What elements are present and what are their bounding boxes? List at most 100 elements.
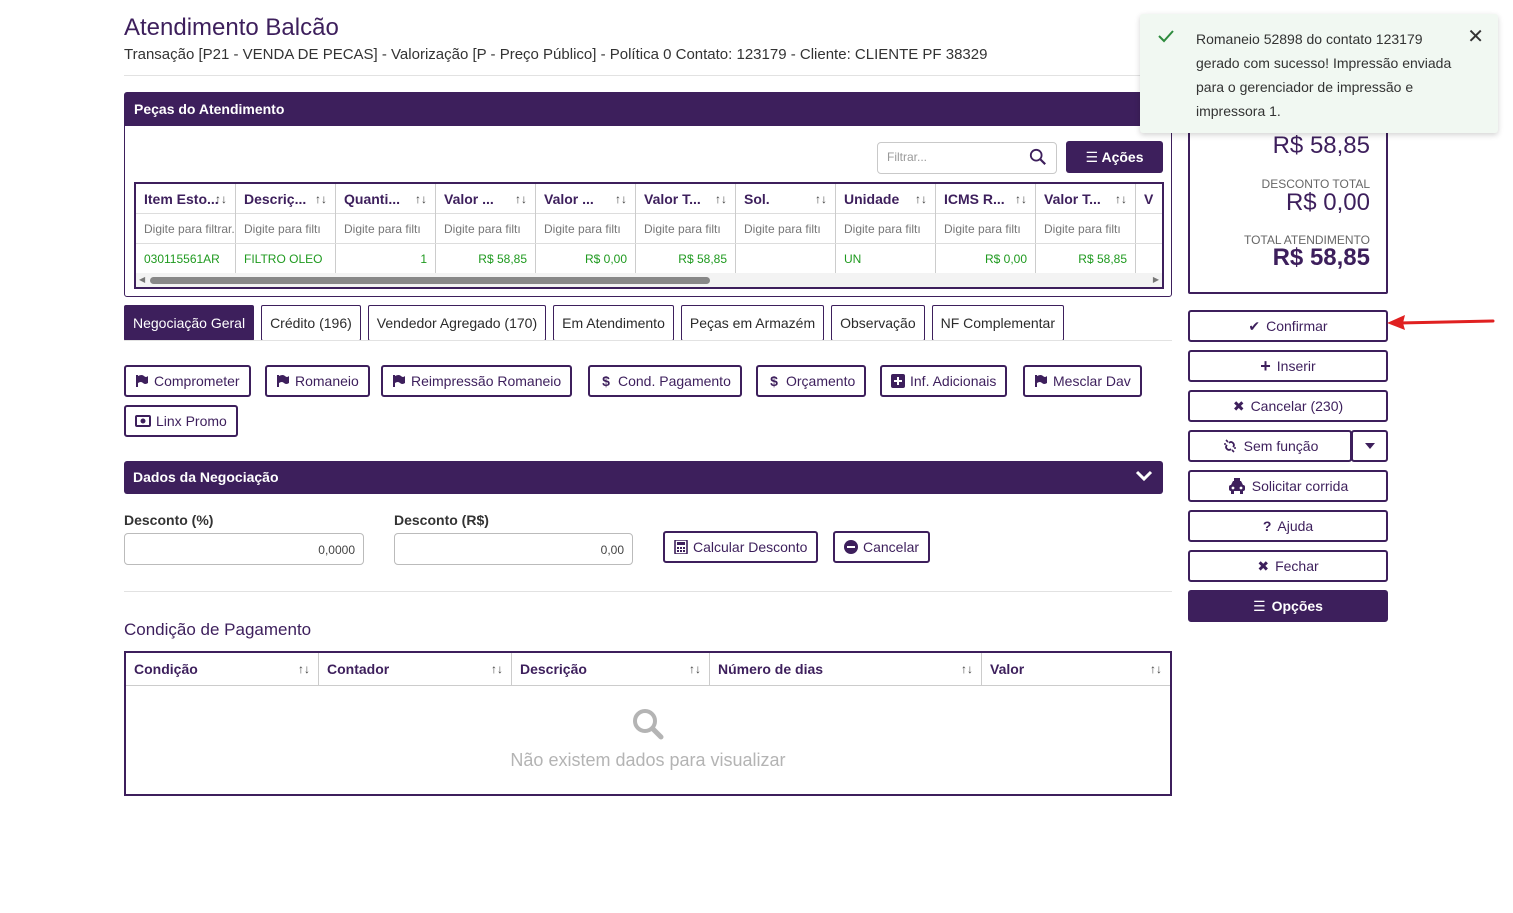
column-header[interactable]: Valor ... ↑↓ <box>536 184 636 214</box>
sem-funcao-dropdown-button[interactable] <box>1351 430 1388 462</box>
tab-negociacao-geral[interactable]: Negociação Geral <box>124 305 255 341</box>
column-header[interactable]: Unidade ↑↓ <box>836 184 936 214</box>
chevron-down-icon[interactable] <box>1135 469 1153 483</box>
close-icon: ✖ <box>1232 397 1245 414</box>
table-cell: R$ 58,85 <box>1036 244 1136 273</box>
sort-icon[interactable]: ↑↓ <box>715 192 727 206</box>
fechar-button[interactable]: ✖ Fechar <box>1188 550 1388 582</box>
inf-adicionais-button[interactable]: Inf. Adicionais <box>880 365 1008 397</box>
sort-icon[interactable]: ↑↓ <box>298 662 310 676</box>
orcamento-button[interactable]: $ Orçamento <box>756 365 867 397</box>
column-header[interactable]: Valor ... ↑↓ <box>436 184 536 214</box>
scroll-right-icon[interactable]: ▶ <box>1153 275 1159 284</box>
desconto-total-value: R$ 0,00 <box>1285 189 1370 216</box>
column-header-numero-de-dias[interactable]: Número de dias ↑↓ <box>710 653 982 685</box>
column-header-contador[interactable]: Contador ↑↓ <box>319 653 512 685</box>
sort-icon[interactable]: ↑↓ <box>491 662 503 676</box>
acoes-button[interactable]: ☰ Ações <box>1066 141 1163 173</box>
reimpressao-romaneio-button[interactable]: Reimpressão Romaneio <box>381 365 573 397</box>
column-header-label: V <box>1144 191 1154 207</box>
column-header[interactable]: V <box>1136 184 1162 214</box>
sort-icon[interactable]: ↑↓ <box>1015 192 1027 206</box>
column-header-valor[interactable]: Valor ↑↓ <box>982 653 1170 685</box>
column-header[interactable]: Item Esto... ↑↓ <box>136 184 236 214</box>
sort-icon[interactable]: ↑↓ <box>961 662 973 676</box>
column-header[interactable]: Descriç... ↑↓ <box>236 184 336 214</box>
sort-icon[interactable]: ↑↓ <box>415 192 427 206</box>
scrollbar-thumb[interactable] <box>150 277 710 284</box>
column-header[interactable]: ICMS R... ↑↓ <box>936 184 1036 214</box>
linx-promo-button[interactable]: Linx Promo <box>124 405 238 437</box>
minus-circle-icon <box>844 540 858 554</box>
sort-icon[interactable]: ↑↓ <box>1150 662 1162 676</box>
column-filter-input[interactable]: Digite para filtı <box>636 214 736 243</box>
ajuda-button[interactable]: ? Ajuda <box>1188 510 1388 542</box>
sort-icon[interactable]: ↑↓ <box>915 192 927 206</box>
column-header-label: Item Esto... <box>144 191 219 207</box>
column-filter-input[interactable]: Digite para filtı <box>336 214 436 243</box>
column-filter-input[interactable]: Digite para filtı <box>436 214 536 243</box>
empty-state: Não existem dados para visualizar <box>126 707 1170 771</box>
column-header[interactable]: Quanti... ↑↓ <box>336 184 436 214</box>
mesclar-dav-label: Mesclar Dav <box>1053 373 1131 389</box>
column-filter-input[interactable]: Digite para filtı <box>736 214 836 243</box>
cancelar-button[interactable]: ✖ Cancelar (230) <box>1188 390 1388 422</box>
dados-negociacao-header[interactable]: Dados da Negociação <box>124 461 1163 494</box>
scroll-left-icon[interactable]: ◀ <box>139 275 145 284</box>
cancelar-desconto-button[interactable]: Cancelar <box>833 531 931 563</box>
column-header-condicao[interactable]: Condição ↑↓ <box>126 653 319 685</box>
tab-em-atendimento[interactable]: Em Atendimento <box>553 305 674 341</box>
inf-adicionais-label: Inf. Adicionais <box>910 373 997 389</box>
sort-icon[interactable]: ↑↓ <box>615 192 627 206</box>
tab-vendedor-agregado[interactable]: Vendedor Agregado (170) <box>367 305 547 341</box>
calcular-desconto-button[interactable]: Calcular Desconto <box>663 531 819 563</box>
solicitar-corrida-button[interactable]: Solicitar corrida <box>1188 470 1388 502</box>
dollar-icon: $ <box>770 373 778 389</box>
column-filter-input[interactable]: Digite para filtı <box>1036 214 1136 243</box>
column-filter-input[interactable]: Digite para filtrar... <box>136 214 236 243</box>
table-cell: UN <box>836 244 936 273</box>
column-filter-input[interactable]: Digite para filtı <box>536 214 636 243</box>
desconto-pct-input[interactable]: 0,0000 <box>124 533 364 565</box>
mesclar-dav-button[interactable]: Mesclar Dav <box>1023 365 1142 397</box>
column-filter-input[interactable]: Digite para filtı <box>936 214 1036 243</box>
flag-icon <box>277 375 289 387</box>
sort-icon[interactable]: ↑↓ <box>1115 192 1127 206</box>
cancelar-label: Cancelar (230) <box>1250 398 1344 414</box>
sort-icon[interactable]: ↑↓ <box>515 192 527 206</box>
desconto-rs-label: Desconto (R$) <box>394 512 489 528</box>
confirmar-button[interactable]: ✔ Confirmar <box>1188 310 1388 342</box>
column-header[interactable]: Valor T... ↑↓ <box>1036 184 1136 214</box>
cond-pagamento-button[interactable]: $ Cond. Pagamento <box>588 365 742 397</box>
comprometer-button[interactable]: Comprometer <box>124 365 251 397</box>
desconto-rs-input[interactable]: 0,00 <box>394 533 633 565</box>
inserir-button[interactable]: + Inserir <box>1188 350 1388 382</box>
tab-observacao[interactable]: Observação <box>831 305 925 341</box>
table-cell <box>736 244 836 273</box>
sort-icon[interactable]: ↑↓ <box>689 662 701 676</box>
column-header[interactable]: Valor T... ↑↓ <box>636 184 736 214</box>
sort-icon[interactable]: ↑↓ <box>215 192 227 206</box>
sem-funcao-button[interactable]: Sem função <box>1188 430 1352 462</box>
column-header-descricao[interactable]: Descrição ↑↓ <box>512 653 710 685</box>
table-row[interactable]: 030115561AR FILTRO OLEO 1 R$ 58,85 R$ 0,00 R$… <box>136 244 1162 274</box>
sort-icon[interactable]: ↑↓ <box>315 192 327 206</box>
tab-pecas-em-armazem[interactable]: Peças em Armazém <box>680 305 825 341</box>
page-title: Atendimento Balcão <box>124 14 339 41</box>
column-filter-input[interactable]: Digite para filtı <box>836 214 936 243</box>
tab-nf-complementar[interactable]: NF Complementar <box>931 305 1064 341</box>
column-header-label: Valor T... <box>1044 191 1101 207</box>
dados-negociacao-title: Dados da Negociação <box>133 469 279 485</box>
column-header[interactable]: Sol. ↑↓ <box>736 184 836 214</box>
column-filter-input[interactable] <box>1136 214 1162 243</box>
pecas-filter-input[interactable]: Filtrar... <box>877 142 1057 174</box>
close-icon[interactable]: ✕ <box>1467 24 1484 49</box>
column-filter-input[interactable]: Digite para filtı <box>236 214 336 243</box>
tab-credito[interactable]: Crédito (196) <box>261 305 361 341</box>
horizontal-scrollbar[interactable]: ◀ ▶ <box>136 273 1162 287</box>
romaneio-button[interactable]: Romaneio <box>265 365 370 397</box>
confirmar-label: Confirmar <box>1266 318 1328 334</box>
opcoes-button[interactable]: ☰ Opções <box>1188 590 1388 622</box>
pecas-grid: Item Esto... ↑↓ Descriç... ↑↓ Quanti... ↑↓ Val… <box>134 182 1164 289</box>
sort-icon[interactable]: ↑↓ <box>815 192 827 206</box>
